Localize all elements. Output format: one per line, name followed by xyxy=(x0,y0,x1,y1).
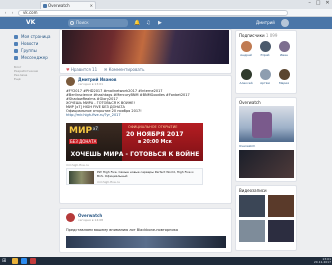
banner-free-badge: БЕЗ ДОНАТА xyxy=(69,139,98,144)
comment-button[interactable]: ✉ Комментировать xyxy=(104,67,144,72)
post2-author-avatar[interactable] xyxy=(66,213,75,222)
video-thumbnail[interactable] xyxy=(239,195,265,217)
post-banner-image[interactable]: МИР x7 БЕЗ ДОНАТА ОФИЦИАЛЬНОЕ ОТКРЫТИЕ 2… xyxy=(66,123,203,161)
comment-icon: ✉ xyxy=(104,67,108,72)
videos-heading[interactable]: Overwatch xyxy=(239,100,261,105)
video-character-image xyxy=(252,112,272,138)
menu-item-news[interactable]: Новости xyxy=(14,41,54,47)
taskbar-clock[interactable]: 13:01 20.11.2017 xyxy=(311,258,331,264)
friend-name[interactable]: Артём xyxy=(257,81,273,85)
user-name[interactable]: Дмитрий xyxy=(256,19,282,27)
banner-date-caption: ОФИЦИАЛЬНОЕ ОТКРЫТИЕ xyxy=(128,125,178,129)
forward-button[interactable]: › xyxy=(10,10,15,16)
browser-tab-title: Overwatch xyxy=(48,3,70,8)
friend-name[interactable]: Андрей xyxy=(238,53,254,57)
menu-label: Моя страница xyxy=(21,34,51,39)
home-icon xyxy=(14,35,18,39)
snippet-title: PW High Five. Самые новые серверы Perfec… xyxy=(97,170,194,178)
friend-name[interactable]: Юрий xyxy=(257,53,273,57)
search-input[interactable]: Поиск xyxy=(68,19,128,27)
post2-text: Представляем вашему вниманию лот Blackbo… xyxy=(66,228,178,232)
snippet-source: mir.high-five.ru xyxy=(97,180,120,184)
banner-x7-badge: x7 xyxy=(92,126,99,131)
address-input[interactable]: vk.com xyxy=(18,10,288,16)
post2-media[interactable] xyxy=(66,236,226,248)
menu-item-messenger[interactable]: Мессенджер xyxy=(14,55,54,61)
os-taskbar xyxy=(0,257,332,265)
post-link[interactable]: http://mir.high-five.ru/?yr_2017 xyxy=(66,113,226,117)
video-thumbnail[interactable] xyxy=(239,220,265,242)
user-avatar[interactable] xyxy=(281,19,289,27)
friend-avatar[interactable] xyxy=(241,69,252,80)
media-app-icon[interactable] xyxy=(30,258,36,264)
heart-icon: ♥ xyxy=(66,67,70,72)
browser-tab[interactable]: Overwatch ✕ xyxy=(40,1,96,9)
browser-app-icon[interactable] xyxy=(21,258,27,264)
maximize-button[interactable]: □ xyxy=(316,0,321,8)
messages-icon xyxy=(14,56,18,60)
like-count: 11 xyxy=(92,67,98,72)
like-button[interactable]: ♥ Нравится 11 xyxy=(66,67,97,72)
snippet-thumbnail xyxy=(69,171,94,184)
clock-date: 20.11.2017 xyxy=(313,260,331,264)
friend-avatar[interactable] xyxy=(260,41,271,52)
vk-logo[interactable]: VK xyxy=(26,19,36,27)
friend-avatar[interactable] xyxy=(260,69,271,80)
close-tab-icon[interactable]: ✕ xyxy=(90,2,93,9)
vk-favicon-icon xyxy=(43,4,47,8)
friend-avatar[interactable] xyxy=(279,41,290,52)
news-icon xyxy=(14,42,18,46)
friend-name[interactable]: Иван xyxy=(276,53,292,57)
play-icon[interactable]: ▶ xyxy=(158,20,162,26)
like-label: Нравится xyxy=(70,67,91,72)
video-preview-2[interactable] xyxy=(239,150,294,178)
thumbs-heading[interactable]: Видеозаписи xyxy=(239,188,267,193)
search-placeholder: Поиск xyxy=(76,20,89,25)
close-window-button[interactable]: ✕ xyxy=(325,0,329,8)
notifications-bell-icon[interactable]: 🔔 xyxy=(134,20,140,26)
post-video[interactable] xyxy=(62,30,229,64)
link-snippet[interactable]: PW High Five. Самые новые серверы Perfec… xyxy=(66,168,203,185)
banner-caption[interactable]: mir.high-five.ru xyxy=(66,163,89,167)
friends-title: Подписчики xyxy=(239,33,265,38)
video-label[interactable]: Overwatch xyxy=(239,144,255,148)
friend-avatar[interactable] xyxy=(241,41,252,52)
window-controls: – □ ✕ xyxy=(306,0,332,8)
comment-label: Комментировать xyxy=(108,67,145,72)
friends-count: 1 099 xyxy=(265,33,278,38)
search-icon xyxy=(70,21,74,25)
friend-avatar[interactable] xyxy=(279,69,290,80)
friend-name[interactable]: Алексей xyxy=(238,81,254,85)
post-time[interactable]: сегодня в 13:01 xyxy=(78,82,103,86)
friend-name[interactable]: Мария xyxy=(276,81,292,85)
back-button[interactable]: ‹ xyxy=(3,10,8,16)
menu-label: Группы xyxy=(21,48,37,53)
banner-mir-text: МИР xyxy=(69,126,93,136)
post2-time[interactable]: сегодня в 14:08 xyxy=(78,218,103,222)
post-author-avatar[interactable] xyxy=(66,77,75,86)
start-button[interactable]: ⊞ xyxy=(2,258,8,264)
banner-slogan: ХОЧЕШЬ МИРА - ГОТОВЬСЯ К ВОЙНЕ xyxy=(70,151,200,158)
explorer-app-icon[interactable] xyxy=(12,258,18,264)
menu-label: Мессенджер xyxy=(21,55,48,60)
groups-icon xyxy=(14,49,18,53)
friends-heading[interactable]: Подписчики 1 099 xyxy=(239,33,277,38)
menu-label: Новости xyxy=(21,41,39,46)
footer-link-more[interactable]: Ещё xyxy=(14,77,56,81)
minimize-button[interactable]: – xyxy=(308,0,311,8)
menu-item-groups[interactable]: Группы xyxy=(14,48,54,54)
banner-time: в 20:00 Мск xyxy=(138,139,172,145)
music-icon[interactable]: ♫ xyxy=(146,20,150,26)
video-thumbnail[interactable] xyxy=(268,220,294,242)
banner-date: 20 НОЯБРЯ 2017 xyxy=(126,131,184,138)
video-thumbnail[interactable] xyxy=(268,195,294,217)
menu-item-my-page[interactable]: Моя страница xyxy=(14,34,54,40)
